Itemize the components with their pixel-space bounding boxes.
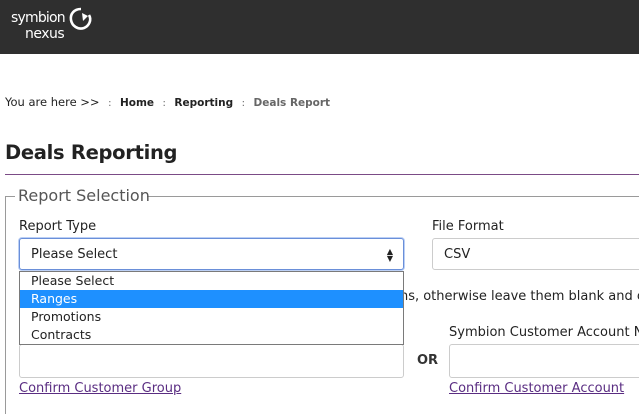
report-selection-legend: Report Selection: [18, 186, 150, 205]
symbion-nexus-logo[interactable]: symbion nexus: [10, 7, 100, 47]
customer-account-input[interactable]: [449, 344, 639, 378]
title-divider: [5, 174, 639, 175]
breadcrumb-lead: You are here >>: [5, 95, 100, 109]
report-type-dropdown-list: Please Select Ranges Promotions Contract…: [19, 271, 404, 345]
top-bar: symbion nexus: [0, 0, 639, 54]
file-format-label: File Format: [432, 219, 504, 234]
file-format-select[interactable]: CSV: [432, 238, 639, 270]
breadcrumb-separator: :: [108, 98, 112, 109]
option-please-select[interactable]: Please Select: [20, 272, 403, 290]
breadcrumb-current: Deals Report: [253, 97, 331, 109]
customer-group-input[interactable]: [19, 344, 404, 378]
fieldset-border: [5, 196, 15, 197]
option-ranges[interactable]: Ranges: [20, 290, 403, 308]
fieldset-border: [5, 196, 6, 414]
select-arrows-icon: ▲ ▼: [386, 247, 393, 263]
breadcrumb: You are here >> : Home : Reporting : Dea…: [5, 95, 330, 109]
report-type-label: Report Type: [19, 219, 97, 234]
page-title: Deals Reporting: [5, 141, 178, 164]
confirm-customer-group-link[interactable]: Confirm Customer Group: [19, 381, 181, 396]
instruction-text: ons, otherwise leave them blank and cli: [392, 289, 639, 304]
fieldset-border: [147, 196, 639, 197]
report-type-select[interactable]: Please Select ▲ ▼: [19, 238, 404, 270]
option-contracts[interactable]: Contracts: [20, 326, 403, 344]
breadcrumb-separator: :: [241, 98, 246, 109]
logo-swirl-icon: [69, 7, 92, 30]
breadcrumb-home-link[interactable]: Home: [120, 97, 154, 109]
file-format-value: CSV: [444, 247, 471, 262]
or-label: OR: [417, 353, 439, 368]
breadcrumb-reporting-link[interactable]: Reporting: [174, 97, 233, 109]
confirm-customer-account-link[interactable]: Confirm Customer Account: [449, 381, 624, 396]
option-promotions[interactable]: Promotions: [20, 308, 403, 326]
logo-text-nexus: nexus: [25, 26, 65, 42]
logo-text-symbion: symbion: [11, 10, 66, 26]
customer-account-label: Symbion Customer Account Nu: [449, 325, 639, 340]
breadcrumb-separator: :: [162, 98, 166, 109]
report-type-selected-value: Please Select: [31, 247, 118, 262]
